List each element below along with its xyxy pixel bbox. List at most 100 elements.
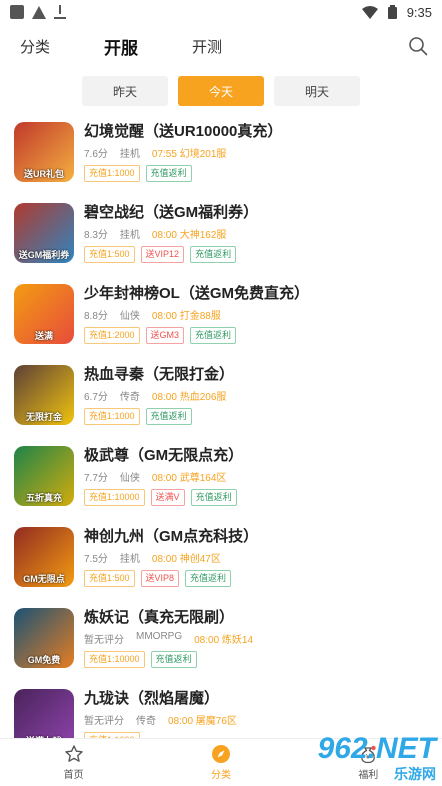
game-meta: 8.3分 挂机 08:00 大神162服 — [84, 226, 428, 241]
warning-icon — [32, 5, 46, 19]
watermark: 962.NET 乐游网 — [318, 734, 436, 784]
game-genre: 挂机 — [119, 230, 140, 241]
game-icon-label: 送UR礼包 — [24, 169, 64, 179]
compass-icon — [211, 745, 230, 763]
day-tabs: 昨天 今天 明天 — [0, 68, 442, 116]
game-name[interactable]: 神创九州（GM点充科技） — [84, 527, 428, 547]
game-icon-label: GM无限点 — [23, 574, 65, 584]
game-icon[interactable]: 送GM福利券 — [14, 203, 74, 263]
game-genre: 挂机 — [119, 149, 140, 160]
game-icon[interactable]: GM免费 — [14, 608, 74, 668]
game-tag: 充值返利 — [150, 651, 197, 668]
day-tab-tomorrow[interactable]: 明天 — [274, 76, 360, 106]
game-meta: 7.5分 挂机 08:00 神创47区 — [84, 550, 428, 565]
watermark-site: 乐游网 — [394, 766, 436, 782]
game-tag: 充值1:2000 — [84, 327, 140, 344]
tab-category[interactable]: 分类 — [16, 30, 54, 63]
nav-home[interactable]: 首页 — [0, 739, 147, 786]
game-tag: 送VIP12 — [140, 246, 185, 263]
game-tag: 充值1:1000 — [84, 165, 140, 182]
game-list-item[interactable]: 无限打金 热血寻秦（无限打金） 6.7分 传奇 08:00 热血206服 充值1:1000… — [14, 359, 428, 440]
game-score: 6.7分 — [84, 392, 108, 403]
game-info: 幻境觉醒（送UR10000真充） 7.6分 挂机 07:55 幻境201服 充值1:10… — [84, 122, 428, 182]
game-list-item[interactable]: 送GM福利券 碧空战纪（送GM福利券） 8.3分 挂机 08:00 大神162服 充值1:… — [14, 197, 428, 278]
game-info: 碧空战纪（送GM福利券） 8.3分 挂机 08:00 大神162服 充值1:500 送VI… — [84, 203, 428, 263]
search-icon[interactable] — [408, 36, 428, 56]
day-tab-yesterday[interactable]: 昨天 — [82, 76, 168, 106]
watermark-logo: 962.NET — [317, 732, 436, 765]
game-icon-label: 无限打金 — [25, 412, 62, 422]
game-genre: 传奇 — [136, 716, 156, 727]
game-tag: 充值1:1000 — [84, 408, 140, 425]
game-tag: 送GM3 — [145, 327, 185, 344]
game-open-time: 08:00 屠魔76区 — [168, 716, 237, 727]
game-name[interactable]: 少年封神榜OL（送GM免费直充） — [84, 284, 428, 304]
game-meta: 暂无评分 传奇 08:00 屠魔76区 — [84, 712, 428, 727]
status-bar: 9:35 — [0, 0, 442, 24]
wifi-icon — [361, 5, 378, 19]
game-tag: 充值返利 — [190, 489, 237, 506]
game-list-item[interactable]: 送UR礼包 幻境觉醒（送UR10000真充） 7.6分 挂机 07:55 幻境201服充… — [14, 116, 428, 197]
game-icon[interactable]: 送UR礼包 — [14, 122, 74, 182]
game-name[interactable]: 九珑诀（烈焰屠魔） — [84, 689, 428, 709]
nav-category-label: 分类 — [210, 770, 231, 781]
game-genre: MMORPG — [136, 631, 183, 642]
game-name[interactable]: 幻境觉醒（送UR10000真充） — [84, 122, 428, 142]
game-tags: 充值1:1000 充值返利 — [84, 408, 428, 425]
game-meta: 7.7分 仙侠 08:00 武尊164区 — [84, 469, 428, 484]
game-genre: 仙侠 — [119, 311, 140, 322]
tab-test-open[interactable]: 开测 — [188, 30, 226, 63]
game-icon[interactable]: 五折真充 — [14, 446, 74, 506]
game-tag: 送VIP8 — [140, 570, 180, 587]
game-tag: 充值返利 — [185, 570, 232, 587]
game-genre: 传奇 — [119, 392, 140, 403]
game-score: 7.6分 — [84, 149, 108, 160]
game-score: 8.3分 — [84, 230, 108, 241]
game-tag: 充值1:10000 — [84, 651, 145, 668]
game-open-time: 08:00 神创47区 — [151, 554, 221, 565]
game-tag: 充值返利 — [145, 165, 192, 182]
day-tab-today[interactable]: 今天 — [178, 76, 264, 106]
game-name[interactable]: 热血寻秦（无限打金） — [84, 365, 428, 385]
game-list-item[interactable]: GM免费 炼妖记（真充无限刷） 暂无评分 MMORPG 08:00 炼妖14 充值1:10… — [14, 602, 428, 683]
game-tags: 充值1:10000 送满V 充值返利 — [84, 489, 428, 506]
nav-category[interactable]: 分类 — [147, 739, 294, 786]
star-icon — [64, 745, 83, 762]
game-name[interactable]: 炼妖记（真充无限刷） — [84, 608, 428, 628]
game-tag: 充值1:500 — [84, 570, 135, 587]
game-name[interactable]: 碧空战纪（送GM福利券） — [84, 203, 428, 223]
game-tags: 充值1:500 送VIP8 充值返利 — [84, 570, 428, 587]
game-open-time: 08:00 武尊164区 — [151, 473, 227, 484]
nav-home-label: 首页 — [63, 770, 84, 781]
game-open-time: 08:00 打金88服 — [151, 311, 221, 322]
game-score: 暂无评分 — [84, 635, 124, 646]
game-tag: 充值返利 — [145, 408, 192, 425]
game-open-time: 07:55 幻境201服 — [151, 149, 227, 160]
game-list-item[interactable]: 送满 少年封神榜OL（送GM免费直充） 8.8分 仙侠 08:00 打金88服 充值1:2… — [14, 278, 428, 359]
status-icons-left — [10, 5, 66, 19]
game-info: 神创九州（GM点充科技） 7.5分 挂机 08:00 神创47区 充值1:500 送VIP… — [84, 527, 428, 587]
game-list: 送UR礼包 幻境觉醒（送UR10000真充） 7.6分 挂机 07:55 幻境201服充… — [0, 116, 442, 764]
tab-server-open[interactable]: 开服 — [100, 28, 142, 65]
game-info: 热血寻秦（无限打金） 6.7分 传奇 08:00 热血206服 充值1:1000 充值返利 — [84, 365, 428, 425]
game-icon-label: 送GM福利券 — [18, 250, 70, 260]
game-open-time: 08:00 炼妖14 — [194, 635, 254, 646]
game-icon-label: GM免费 — [27, 655, 61, 665]
game-meta: 7.6分 挂机 07:55 幻境201服 — [84, 145, 428, 160]
game-meta: 8.8分 仙侠 08:00 打金88服 — [84, 307, 428, 322]
game-info: 炼妖记（真充无限刷） 暂无评分 MMORPG 08:00 炼妖14 充值1:10000 充… — [84, 608, 428, 668]
game-tag: 送满V — [150, 489, 185, 506]
game-icon-label: 送满 — [34, 331, 53, 341]
game-icon-label: 五折真充 — [25, 493, 62, 503]
game-meta: 6.7分 传奇 08:00 热血206服 — [84, 388, 428, 403]
game-icon[interactable]: 送满 — [14, 284, 74, 344]
status-time: 9:35 — [406, 4, 432, 20]
game-tags: 充值1:2000 送GM3 充值返利 — [84, 327, 428, 344]
game-tag: 充值返利 — [190, 246, 237, 263]
game-name[interactable]: 极武尊（GM无限点充） — [84, 446, 428, 466]
game-meta: 暂无评分 MMORPG 08:00 炼妖14 — [84, 631, 428, 646]
game-list-item[interactable]: 五折真充 极武尊（GM无限点充） 7.7分 仙侠 08:00 武尊164区 充值1:100… — [14, 440, 428, 521]
game-list-item[interactable]: GM无限点 神创九州（GM点充科技） 7.5分 挂机 08:00 神创47区 充值1:50… — [14, 521, 428, 602]
game-icon[interactable]: 无限打金 — [14, 365, 74, 425]
game-icon[interactable]: GM无限点 — [14, 527, 74, 587]
